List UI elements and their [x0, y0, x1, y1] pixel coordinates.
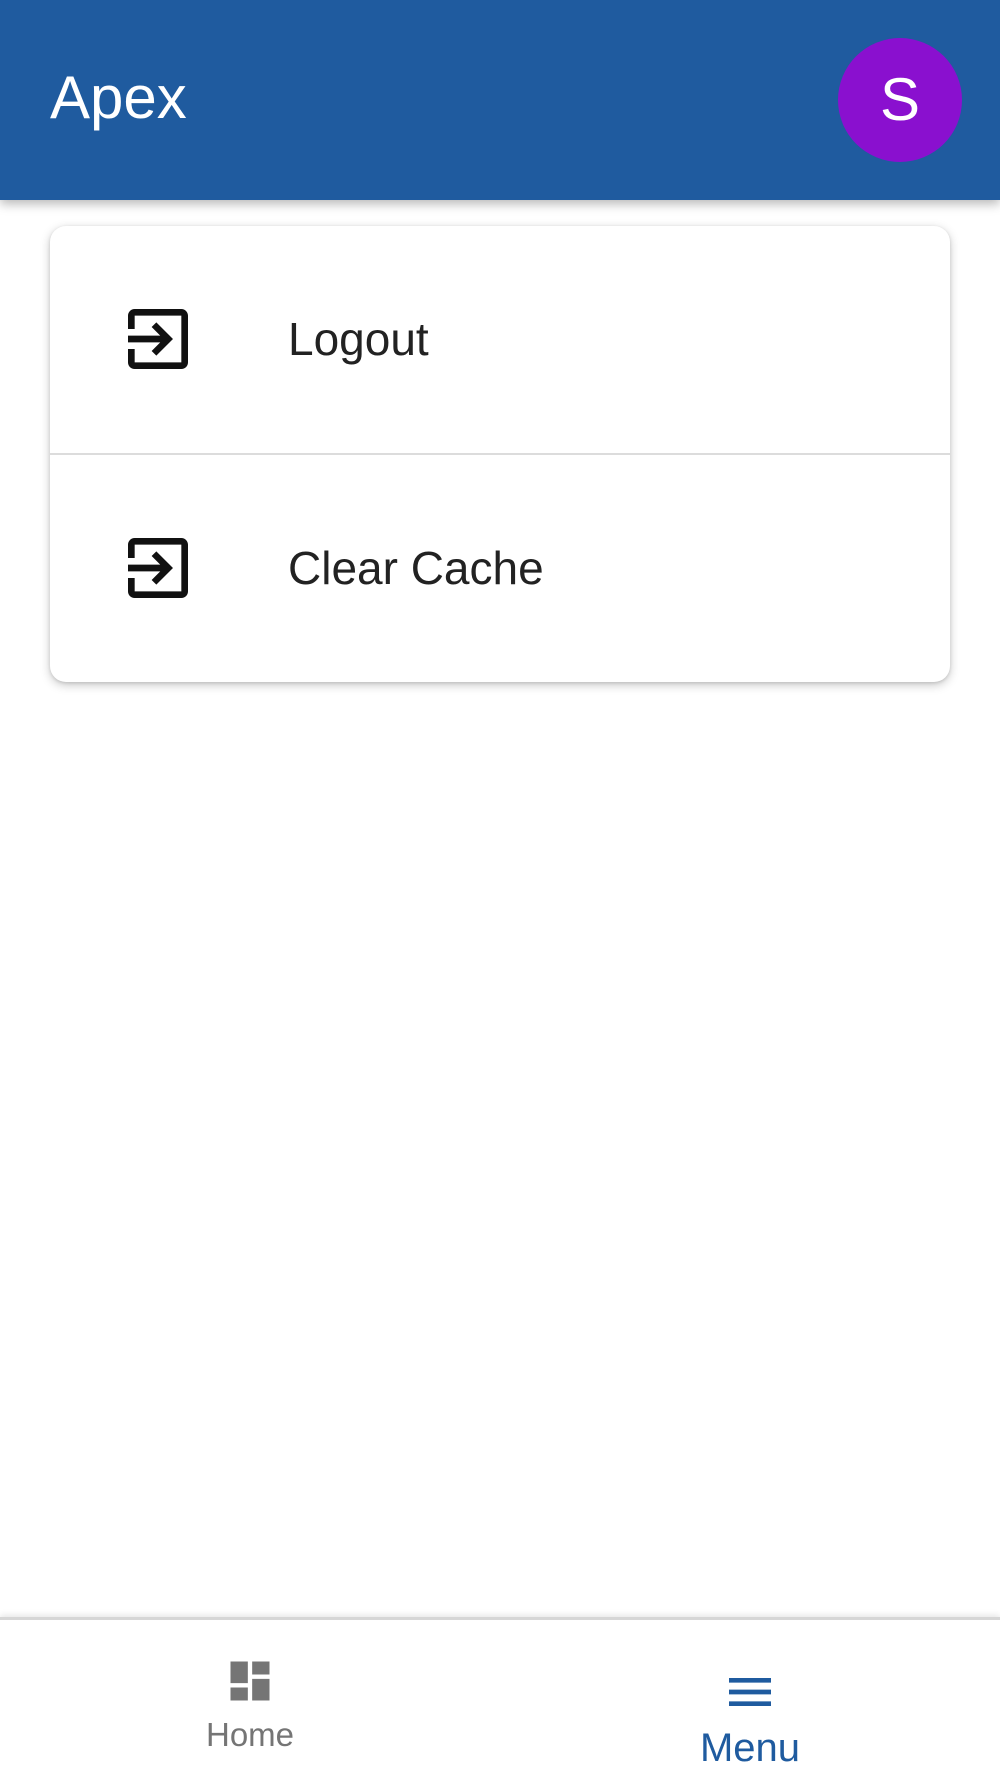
- nav-item-menu[interactable]: Menu: [500, 1620, 1000, 1778]
- hamburger-menu-icon: [722, 1664, 778, 1720]
- app-title: Apex: [50, 64, 187, 131]
- app-bar: Apex S: [0, 0, 1000, 200]
- nav-item-label: Home: [205, 1716, 295, 1753]
- user-avatar[interactable]: S: [838, 38, 962, 162]
- menu-item-label: Logout: [288, 313, 429, 365]
- exit-to-app-icon: [118, 528, 198, 608]
- bottom-navigation: Home Menu: [0, 1617, 1000, 1778]
- nav-item-home[interactable]: Home: [0, 1620, 500, 1778]
- exit-to-app-icon: [118, 299, 198, 379]
- dashboard-icon: [224, 1655, 276, 1707]
- nav-item-label: Menu: [699, 1726, 801, 1770]
- app-root: Apex S Logout Clear Cache Home Menu: [0, 0, 1000, 1778]
- menu-card: Logout Clear Cache: [50, 226, 950, 682]
- menu-item-logout[interactable]: Logout: [50, 226, 950, 453]
- menu-item-clear-cache[interactable]: Clear Cache: [50, 453, 950, 680]
- menu-item-label: Clear Cache: [288, 542, 544, 594]
